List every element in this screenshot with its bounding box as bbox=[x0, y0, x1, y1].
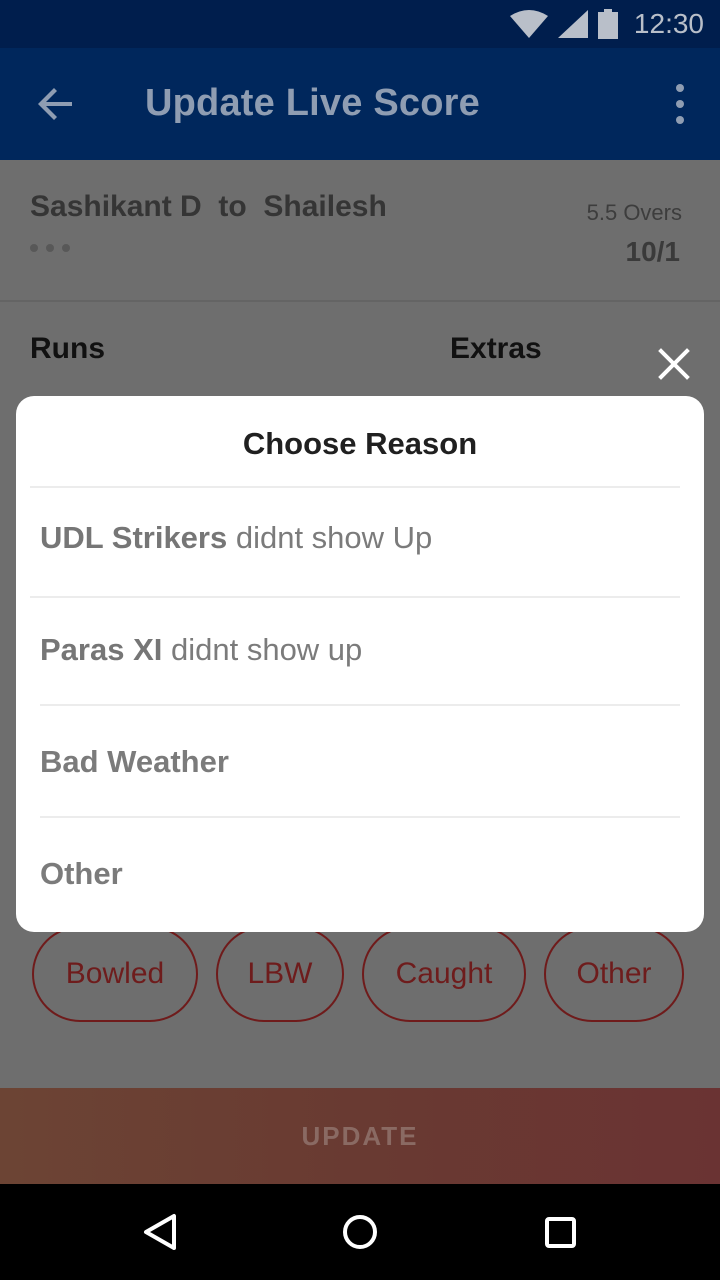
wifi-icon bbox=[509, 10, 548, 38]
loading-dots bbox=[30, 244, 70, 252]
dialog-title: Choose Reason bbox=[242, 426, 478, 461]
app-bar: Update Live Score bbox=[0, 48, 720, 160]
wicket-lbw-button[interactable]: LBW bbox=[216, 926, 344, 1022]
update-button[interactable]: UPDATE bbox=[0, 1088, 720, 1184]
circle-home-icon bbox=[343, 1215, 377, 1249]
reason-text: didnt show up bbox=[162, 632, 363, 667]
wicket-type-row: Bowled LBW Caught Other bbox=[32, 926, 684, 1024]
status-bar: 12:30 bbox=[0, 0, 720, 48]
reason-udl-strikers[interactable]: UDL Strikers didnt show Up bbox=[40, 520, 432, 556]
wicket-bowled-button[interactable]: Bowled bbox=[32, 926, 198, 1022]
nav-home-button[interactable] bbox=[338, 1210, 382, 1254]
signal-icon bbox=[557, 10, 588, 38]
wicket-caught-button[interactable]: Caught bbox=[362, 926, 526, 1022]
bowler-name: Sashikant D bbox=[30, 190, 202, 223]
batsman-name: Shailesh bbox=[263, 190, 387, 223]
runs-heading: Runs bbox=[30, 332, 105, 365]
status-icons: 12:30 bbox=[509, 8, 704, 40]
more-vert-icon[interactable] bbox=[668, 84, 692, 124]
close-button[interactable] bbox=[654, 344, 694, 384]
reason-bad-weather[interactable]: Bad Weather bbox=[40, 744, 229, 780]
divider bbox=[30, 596, 680, 598]
system-nav-bar bbox=[0, 1184, 720, 1280]
bowler-to-batsman: Sashikant D to Shailesh bbox=[30, 190, 387, 224]
battery-icon bbox=[597, 9, 618, 39]
close-icon bbox=[658, 348, 690, 380]
divider bbox=[40, 816, 680, 818]
choose-reason-dialog: Choose Reason UDL Strikers didnt show Up… bbox=[16, 396, 704, 932]
triangle-back-icon bbox=[144, 1214, 176, 1250]
reason-text: didnt show Up bbox=[227, 520, 433, 555]
square-recents-icon bbox=[545, 1217, 576, 1248]
wicket-other-button[interactable]: Other bbox=[544, 926, 684, 1022]
reason-paras-xi[interactable]: Paras XI didnt show up bbox=[40, 632, 362, 668]
score: 10/1 bbox=[625, 236, 681, 267]
connector-text: to bbox=[218, 190, 247, 223]
page-title: Update Live Score bbox=[145, 82, 480, 124]
reason-team-name: UDL Strikers bbox=[40, 520, 228, 555]
back-button[interactable] bbox=[32, 80, 80, 128]
extras-heading: Extras bbox=[450, 332, 542, 365]
overs-count: 5.5 Overs bbox=[586, 200, 682, 225]
nav-back-button[interactable] bbox=[138, 1210, 182, 1254]
status-time: 12:30 bbox=[633, 8, 704, 39]
nav-recents-button[interactable] bbox=[538, 1210, 582, 1254]
divider bbox=[30, 486, 680, 488]
arrow-back-icon bbox=[38, 88, 72, 120]
reason-team-name: Paras XI bbox=[40, 632, 163, 667]
current-ball-row: Sashikant D to Shailesh 5.5 Overs 10/1 bbox=[0, 160, 720, 302]
divider bbox=[40, 704, 680, 706]
reason-other[interactable]: Other bbox=[40, 856, 123, 892]
